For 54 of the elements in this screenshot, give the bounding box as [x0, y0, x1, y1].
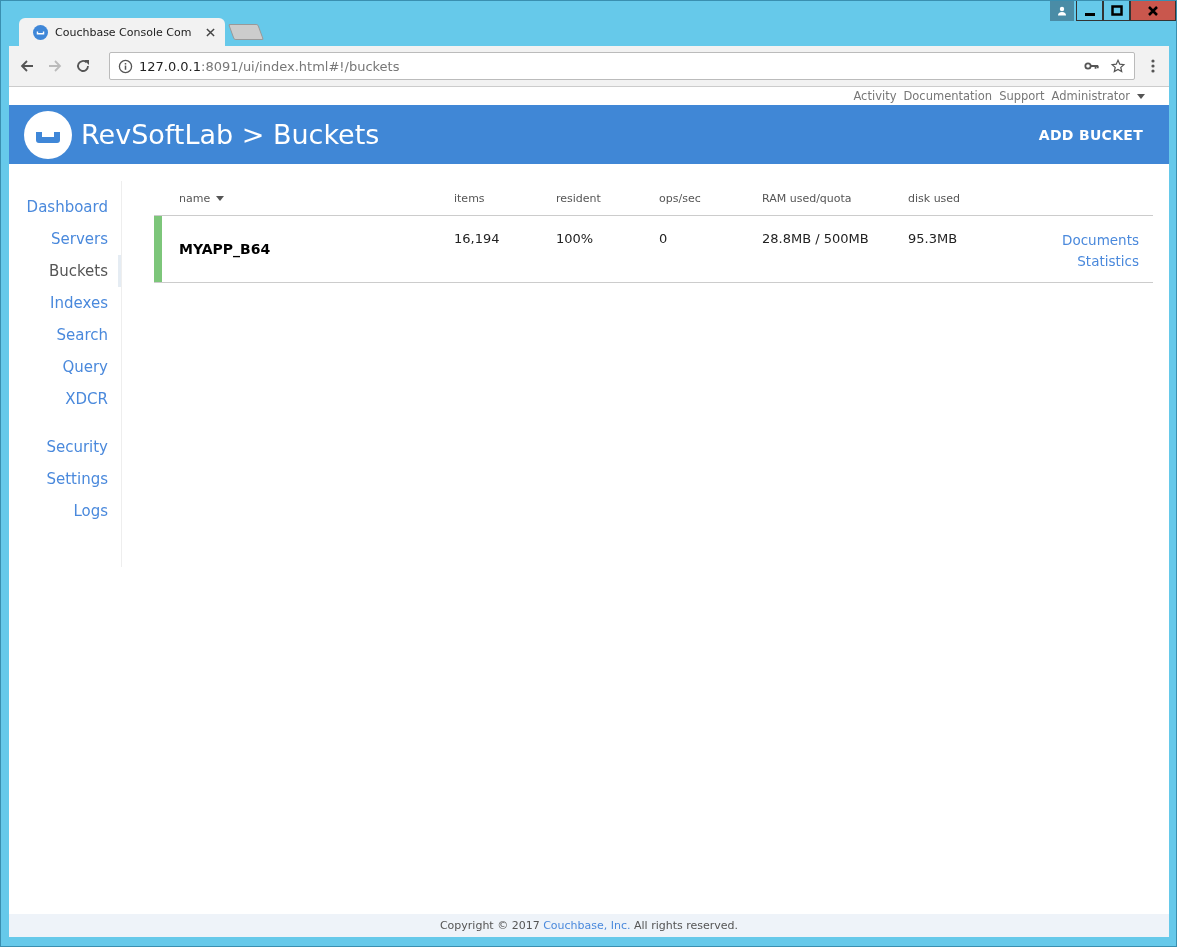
- close-icon[interactable]: [1147, 4, 1159, 17]
- sidebar-item[interactable]: Indexes: [9, 287, 121, 319]
- sidebar-item[interactable]: Logs: [9, 495, 121, 527]
- top-link[interactable]: Support: [999, 89, 1045, 103]
- table-cell: 95.3MB: [908, 231, 958, 246]
- sidebar-item[interactable]: Buckets: [9, 255, 121, 287]
- reload-icon[interactable]: [75, 58, 91, 74]
- table-cell: 0: [659, 231, 668, 246]
- column-header[interactable]: name: [179, 191, 225, 205]
- sidebar-item[interactable]: Search: [9, 319, 121, 351]
- column-header[interactable]: ops/sec: [659, 191, 701, 205]
- couchbase-logo-icon: [24, 110, 72, 159]
- close-icon[interactable]: [206, 27, 215, 37]
- couchbase-link[interactable]: Couchbase, Inc.: [543, 919, 631, 932]
- column-header[interactable]: disk used: [908, 191, 961, 205]
- page-title: RevSoftLab > Buckets: [81, 119, 380, 150]
- menu-icon[interactable]: [1151, 58, 1155, 74]
- sidebar-item[interactable]: Dashboard: [9, 191, 121, 223]
- couchbase-logo-icon: [33, 24, 48, 40]
- table-cell: MYAPP_B64: [179, 241, 271, 257]
- sidebar-item[interactable]: XDCR: [9, 383, 121, 415]
- address-bar[interactable]: 127.0.0.1:8091/ui/index.html#!/buckets: [109, 52, 1135, 80]
- row-link[interactable]: Documents: [1062, 230, 1139, 251]
- url-host: 127.0.0.1: [139, 58, 202, 74]
- column-header[interactable]: items: [454, 191, 485, 205]
- sidebar-item[interactable]: Settings: [9, 463, 121, 495]
- minimize-button[interactable]: [1076, 1, 1103, 21]
- user-icon[interactable]: [1050, 1, 1074, 21]
- table-cell: 16,194: [454, 231, 500, 246]
- sort-icon[interactable]: [216, 195, 225, 201]
- url-path: :8091/ui/index.html#!/buckets: [201, 58, 400, 74]
- table-cell: 28.8MB / 500MB: [762, 231, 869, 246]
- browser-tab[interactable]: Couchbase Console Com: [19, 18, 225, 46]
- add-bucket-button[interactable]: ADD BUCKET: [1038, 122, 1143, 147]
- back-icon[interactable]: [19, 58, 35, 74]
- sidebar-item[interactable]: Servers: [9, 223, 121, 255]
- top-link[interactable]: Activity: [853, 89, 897, 103]
- maximize-icon[interactable]: [1110, 4, 1123, 17]
- caret-icon[interactable]: [1137, 93, 1145, 99]
- row-link[interactable]: Statistics: [1077, 251, 1139, 272]
- star-icon[interactable]: [1110, 59, 1126, 73]
- table-cell: 100%: [556, 231, 594, 246]
- sidebar-item[interactable]: Query: [9, 351, 121, 383]
- tab-title: Couchbase Console Com: [55, 25, 193, 39]
- info-icon[interactable]: [118, 58, 133, 74]
- sidebar-item[interactable]: Security: [9, 431, 121, 463]
- top-link[interactable]: Documentation: [903, 89, 993, 103]
- person-icon[interactable]: [1057, 5, 1067, 16]
- close-button[interactable]: [1130, 1, 1176, 21]
- column-header[interactable]: resident: [556, 191, 601, 205]
- maximize-button[interactable]: [1103, 1, 1130, 21]
- top-link[interactable]: Administrator: [1051, 89, 1130, 103]
- column-header[interactable]: RAM used/quota: [762, 191, 852, 205]
- copyright-text: Copyright © 2017 Couchbase, Inc. All rights reserved.: [439, 919, 739, 932]
